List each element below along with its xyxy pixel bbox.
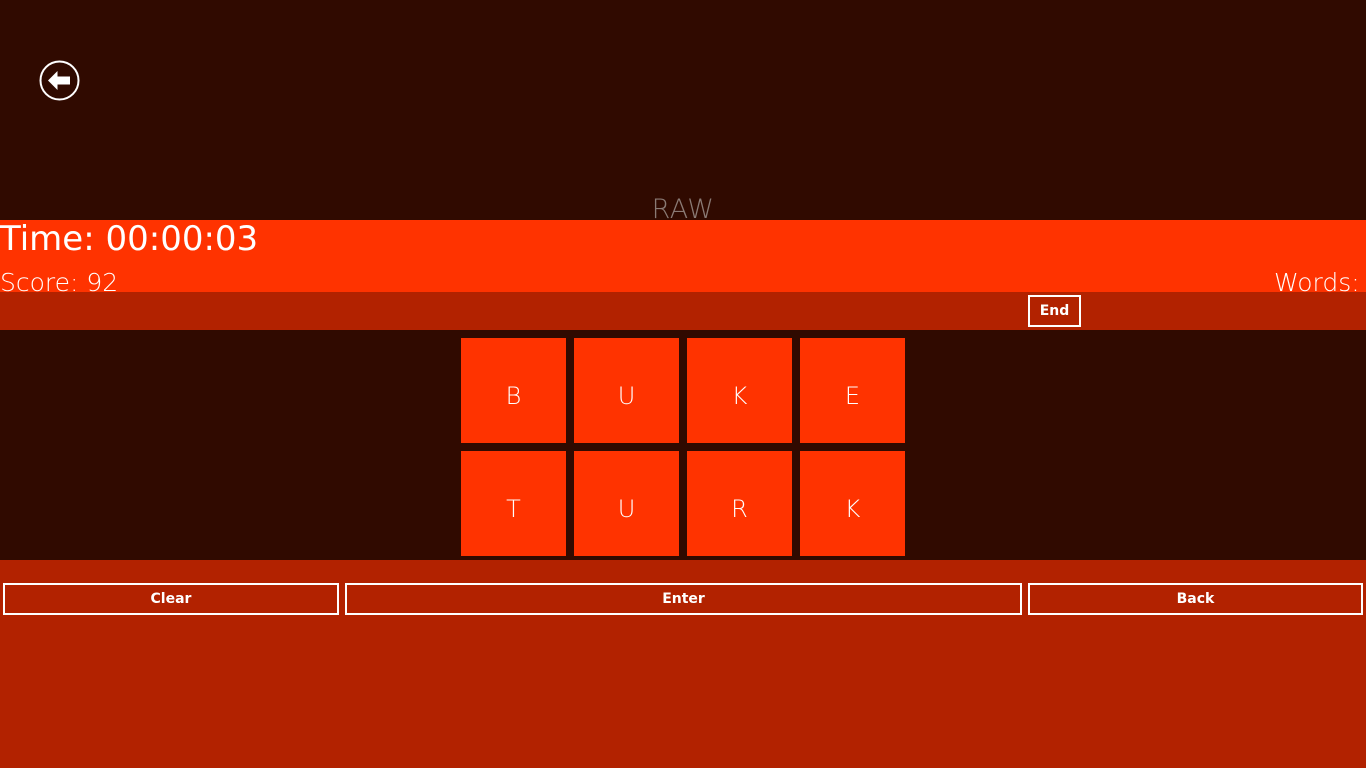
letter-tile[interactable]: T [461, 451, 566, 556]
timer-display: Time: 00:00:03 [0, 219, 259, 259]
letter-tile[interactable]: U [574, 338, 679, 443]
end-button[interactable]: End [1028, 295, 1081, 327]
end-bar [0, 292, 1366, 330]
letter-tile[interactable]: R [687, 451, 792, 556]
letter-tile[interactable]: E [800, 338, 905, 443]
letter-tile[interactable]: K [687, 338, 792, 443]
back-button[interactable]: Back [1028, 583, 1363, 615]
arrow-left-circle-icon [39, 60, 80, 101]
letter-tile[interactable]: B [461, 338, 566, 443]
word-game-app: RAW Time: 00:00:03 Score: 92 Words: 1 En… [0, 0, 1366, 768]
letter-tile[interactable]: K [800, 451, 905, 556]
back-navigation-button[interactable] [39, 60, 80, 101]
enter-button[interactable]: Enter [345, 583, 1022, 615]
letter-tile-grid: B U K E T U R K [461, 338, 905, 556]
clear-button[interactable]: Clear [3, 583, 339, 615]
letter-tile[interactable]: U [574, 451, 679, 556]
